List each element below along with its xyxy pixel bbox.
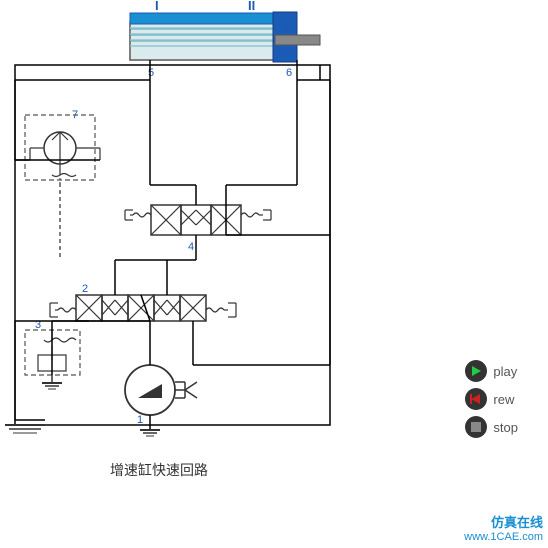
label-2: 2 — [82, 283, 88, 295]
play-label: play — [493, 364, 517, 379]
watermark-line1: 仿真在线 — [464, 512, 543, 531]
rew-label: rew — [493, 392, 514, 407]
rew-button[interactable]: rew — [465, 388, 518, 410]
chinese-caption: 增速缸快速回路 — [110, 460, 208, 480]
play-button[interactable]: play — [465, 360, 518, 382]
stop-button[interactable]: stop — [465, 416, 518, 438]
label-5: 5 — [148, 67, 154, 79]
label-III: III — [282, 23, 291, 35]
label-7: 7 — [72, 109, 78, 121]
rew-icon — [465, 388, 487, 410]
label-4: 4 — [188, 241, 194, 253]
label-I: I — [155, 0, 159, 13]
main-container: I II III 5 6 7 — [0, 0, 548, 548]
controls-panel: play rew stop — [465, 360, 518, 438]
play-icon — [465, 360, 487, 382]
watermark: 仿真在线 www.1CAE.com — [464, 512, 543, 543]
stop-label: stop — [493, 420, 518, 435]
circuit-diagram: I II III 5 6 7 — [0, 0, 400, 470]
stop-icon — [465, 416, 487, 438]
label-6: 6 — [286, 67, 292, 79]
label-1: 1 — [137, 414, 143, 426]
watermark-line2: www.1CAE.com — [464, 531, 543, 543]
label-II: II — [248, 0, 255, 13]
